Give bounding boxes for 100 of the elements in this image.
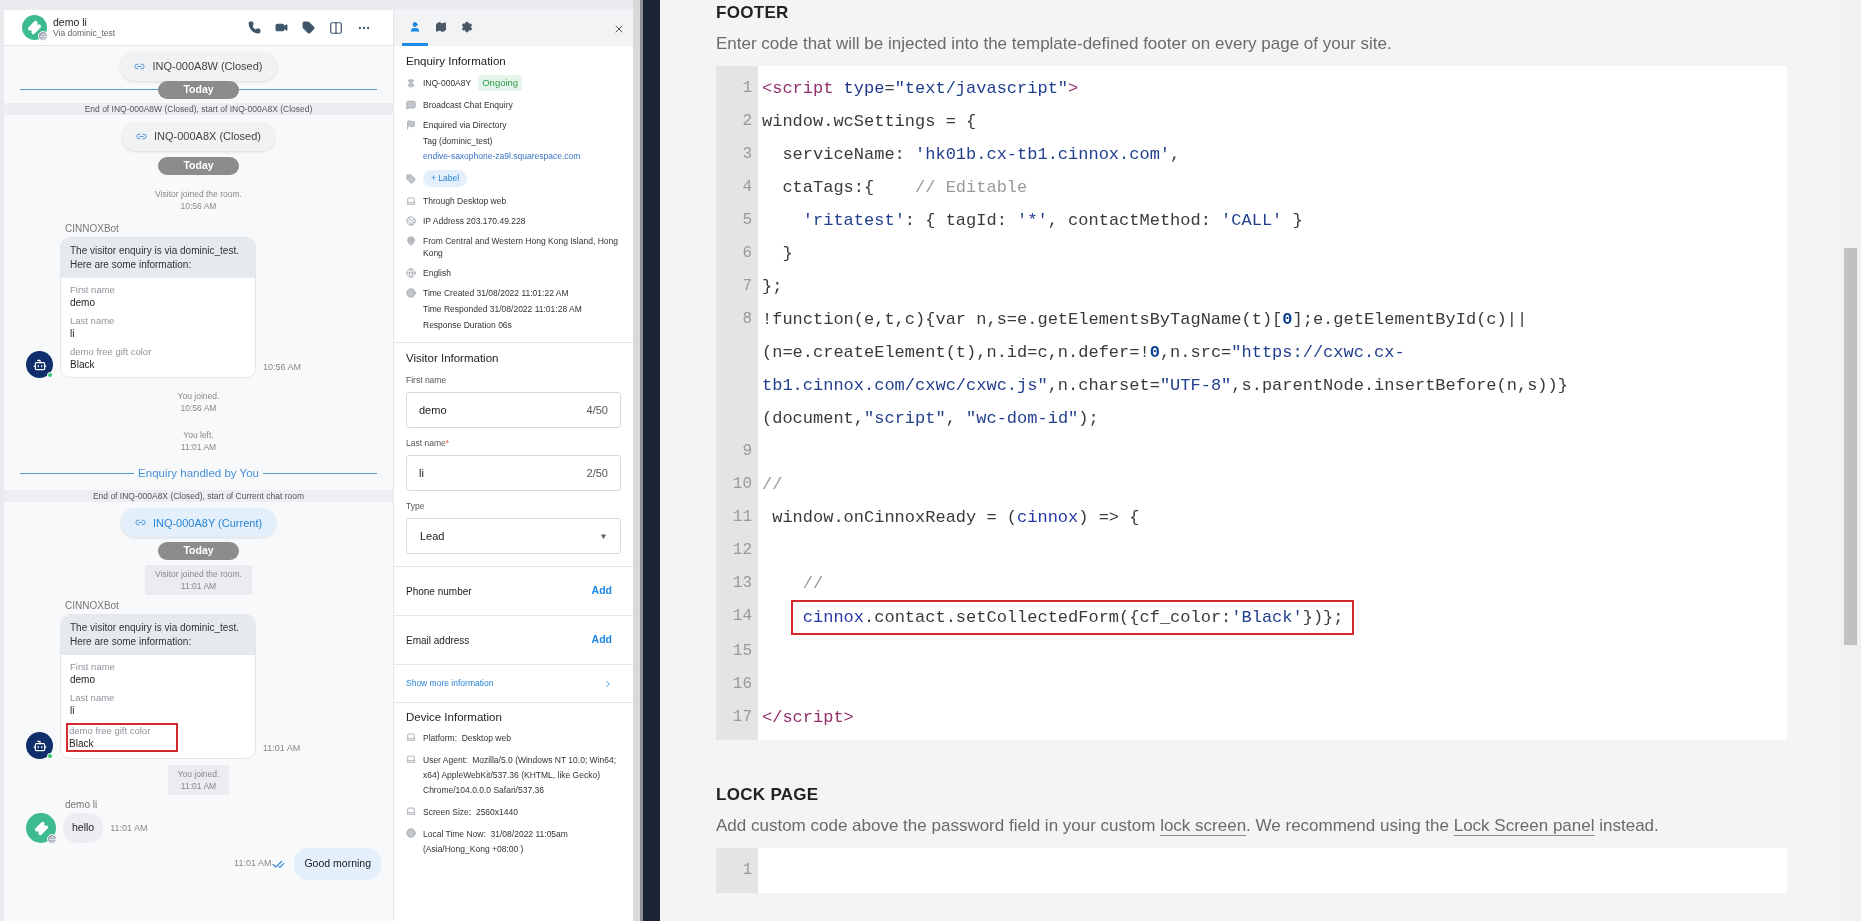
character-counter: 2/50 bbox=[586, 465, 608, 481]
message-bubble: hello bbox=[63, 813, 104, 844]
text-field[interactable]: demo 4/50 bbox=[406, 392, 621, 428]
field-value: li bbox=[70, 704, 75, 718]
field-label: demo free gift color bbox=[69, 725, 151, 738]
info-text: Time Created 31/08/2022 11:01:22 AM bbox=[423, 287, 570, 299]
link-icon bbox=[134, 61, 146, 72]
enquiry-separator-text: End of INQ-000A8W (Closed), start of INQ-000A8X (Closed) bbox=[4, 103, 393, 115]
line-number: 6 bbox=[741, 243, 753, 264]
line-number: 1 bbox=[741, 78, 753, 99]
system-message: You joined. 11:01 AM bbox=[167, 765, 230, 796]
info-text: Response Duration 06s bbox=[423, 319, 513, 331]
split-panel-icon[interactable] bbox=[329, 20, 343, 35]
contact-field-label: Phone number bbox=[406, 584, 472, 599]
field-value: Black bbox=[70, 358, 95, 371]
phone-icon[interactable] bbox=[248, 21, 261, 34]
system-message: Visitor joined the room. 10:56 AM bbox=[154, 188, 243, 213]
enquiry-link-chip[interactable]: INQ-000A8W (Closed) bbox=[120, 52, 277, 81]
system-message: You joined. 10:56 AM bbox=[176, 390, 221, 415]
section-description: Enter code that will be injected into the template-defined footer on every page of your site. bbox=[716, 33, 1393, 55]
globe-icon bbox=[406, 216, 416, 226]
field-label: Last name bbox=[70, 692, 115, 705]
code-line: </script> bbox=[762, 708, 854, 727]
laptop-icon bbox=[406, 806, 416, 816]
line-number: 7 bbox=[741, 276, 753, 297]
line-number: 16 bbox=[731, 674, 753, 695]
code-line: cinnox.contact.setCollectedForm({cf_color:'Black'})}; bbox=[802, 608, 1344, 627]
globe-badge-icon bbox=[38, 31, 48, 41]
line-number: 5 bbox=[741, 210, 753, 231]
code-line: window.wcSettings = { bbox=[762, 112, 977, 131]
link-icon bbox=[136, 131, 147, 142]
scrollbar-thumb[interactable] bbox=[1844, 248, 1857, 645]
message-time: 11:01 AM bbox=[263, 741, 301, 755]
line-number: 14 bbox=[731, 606, 753, 627]
site-link[interactable]: endive-saxophone-za9l.squarespace.com bbox=[423, 151, 581, 163]
line-number: 12 bbox=[731, 540, 753, 561]
clock-icon bbox=[406, 288, 416, 298]
dropdown-caret-icon bbox=[600, 533, 607, 539]
tag-icon bbox=[406, 174, 416, 185]
section-heading: LOCK PAGE bbox=[716, 784, 819, 806]
section-description: Add custom code above the password field in your custom lock screen. We recommend using the Lock Screen panel instead. bbox=[716, 815, 1660, 837]
clock-icon bbox=[406, 828, 416, 838]
text-link[interactable]: Lock Screen panel bbox=[1453, 816, 1595, 835]
code-line: <script type="text/javascript"> bbox=[762, 79, 1079, 98]
text-link[interactable]: lock screen bbox=[1160, 816, 1247, 835]
enquiry-link-chip[interactable]: INQ-000A8X (Closed) bbox=[122, 122, 275, 151]
contact-name: demo li bbox=[53, 16, 88, 28]
line-number: 3 bbox=[741, 144, 753, 165]
info-text: Time Responded 31/08/2022 11:01:28 AM bbox=[423, 303, 582, 315]
code-line: 'ritatest': { tagId: '*', contactMethod: 'CALL' } bbox=[802, 211, 1303, 230]
add-button[interactable]: Add bbox=[591, 632, 612, 648]
enquiry-separator-text: End of INQ-000A8X (Closed), start of Current chat room bbox=[4, 490, 393, 503]
sender-name: demo li bbox=[65, 799, 98, 812]
robot-icon bbox=[32, 357, 47, 372]
section-title: Visitor Information bbox=[406, 351, 500, 365]
type-select[interactable]: Lead bbox=[406, 518, 621, 554]
line-number: 2 bbox=[741, 111, 753, 132]
tag-icon[interactable] bbox=[302, 21, 315, 34]
field-label: demo free gift color bbox=[70, 346, 152, 358]
line-number: 1 bbox=[741, 860, 753, 881]
add-label-button[interactable]: + Label bbox=[423, 170, 468, 187]
message-bubble: Good morning bbox=[294, 848, 381, 880]
video-icon[interactable] bbox=[275, 21, 288, 34]
line-number: 8 bbox=[741, 309, 753, 330]
field-label: First name bbox=[70, 661, 115, 674]
code-line: window.onCinnoxReady = (cinnox) => { bbox=[772, 508, 1140, 527]
date-pill: Today bbox=[158, 81, 239, 99]
info-text: Through Desktop web bbox=[423, 195, 507, 207]
code-editor[interactable] bbox=[716, 66, 1787, 740]
section-title: Device Information bbox=[406, 710, 503, 724]
line-number: 11 bbox=[731, 507, 753, 528]
system-message: Visitor joined the room. 11:01 AM bbox=[145, 565, 252, 596]
sender-name: CINNOXBot bbox=[65, 223, 119, 235]
contact-source: Via dominic_test bbox=[53, 28, 116, 39]
date-pill: Today bbox=[158, 157, 239, 175]
laptop-icon bbox=[406, 732, 416, 742]
code-line: // bbox=[802, 574, 824, 593]
globe-icon bbox=[406, 268, 416, 278]
close-icon[interactable] bbox=[613, 23, 625, 35]
code-line: // bbox=[762, 475, 783, 494]
info-text: IP Address 203.170.49.228 bbox=[423, 215, 526, 227]
globe-badge-icon bbox=[47, 834, 57, 845]
text-field[interactable]: li 2/50 bbox=[406, 455, 621, 491]
code-line: serviceName: 'hk01b.cx-tb1.cinnox.com', bbox=[782, 145, 1181, 164]
sender-name: CINNOXBot bbox=[65, 600, 119, 613]
field-label: Type bbox=[406, 501, 425, 512]
enquiry-id: INQ-000A8Y bbox=[423, 76, 472, 90]
line-number: 17 bbox=[731, 707, 753, 728]
bubble-intro-text: The visitor enquiry is via dominic_test. Here are some information: bbox=[61, 238, 255, 278]
message-time: 10:56 AM bbox=[263, 360, 302, 374]
info-text: Local Time Now: 31/08/2022 11:05am (Asia/Hong_Kong +08:00 ) bbox=[423, 828, 569, 856]
section-title: Enquiry Information bbox=[406, 54, 507, 68]
enquiry-link-chip[interactable]: INQ-000A8Y (Current) bbox=[120, 508, 277, 538]
add-button[interactable]: Add bbox=[591, 583, 612, 599]
chat-icon bbox=[406, 100, 416, 111]
settings-icon bbox=[461, 20, 473, 33]
info-text: Tag (dominic_test) bbox=[423, 135, 494, 148]
line-number: 15 bbox=[731, 641, 753, 662]
show-more-link[interactable]: Show more information bbox=[406, 677, 494, 690]
system-message: You left. 11:01 AM bbox=[179, 429, 218, 454]
